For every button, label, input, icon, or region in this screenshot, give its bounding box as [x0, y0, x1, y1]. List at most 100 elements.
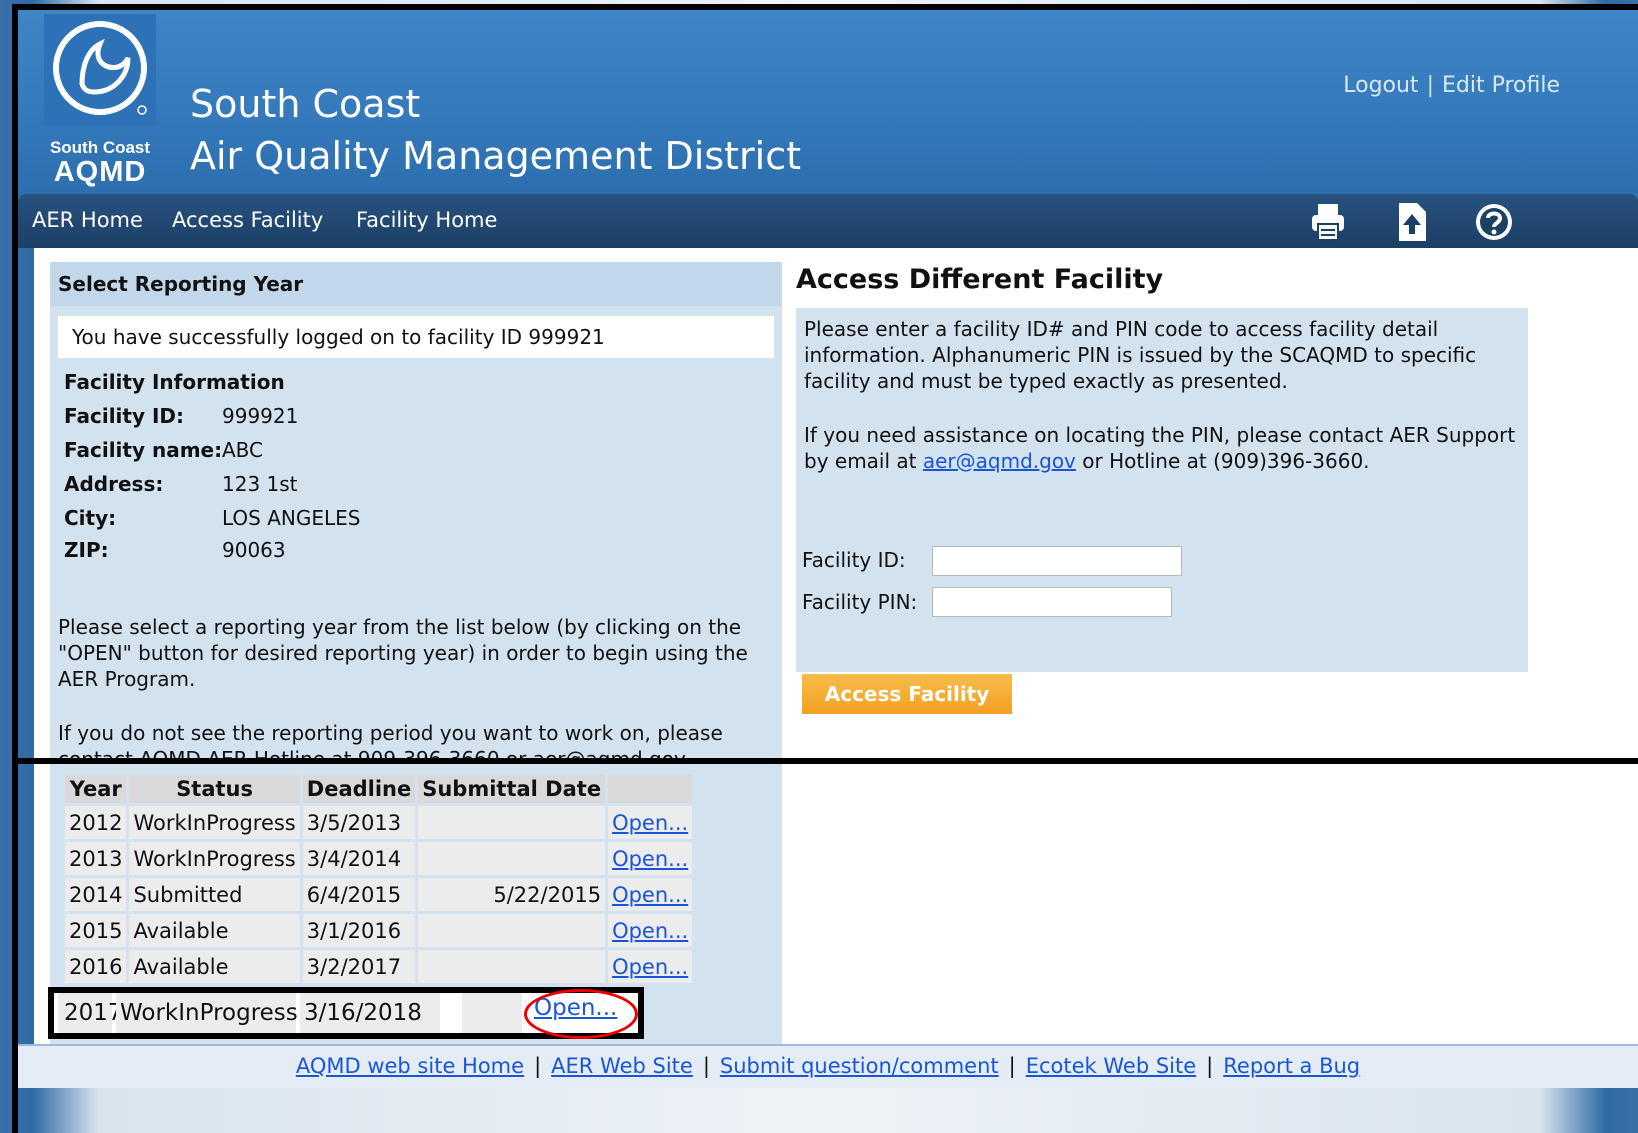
- deadline-cell: 3/16/2018: [300, 993, 440, 1033]
- account-links: Logout | Edit Profile: [1343, 73, 1560, 98]
- access-facility-title: Access Different Facility: [796, 264, 1164, 295]
- submittal-cell: [462, 993, 522, 1033]
- facility-pin-input[interactable]: [932, 587, 1172, 617]
- main-nav: AER Home Access Facility Facility Home: [18, 194, 1638, 248]
- action-cell: Open...: [608, 842, 693, 875]
- info-label: City:: [64, 506, 117, 530]
- col-year: Year: [65, 775, 127, 803]
- footer-link-aqmd-home[interactable]: AQMD web site Home: [296, 1054, 524, 1078]
- submittal-cell: [418, 914, 606, 947]
- open-link[interactable]: Open...: [612, 811, 688, 835]
- annotation-divider-line: [12, 758, 1638, 764]
- access-facility-box: Please enter a facility ID# and PIN code…: [796, 308, 1528, 714]
- action-cell: Open...: [608, 950, 693, 983]
- year-cell: 2012: [65, 806, 127, 839]
- info-label: Address:: [64, 472, 164, 496]
- footer-separator: |: [702, 1054, 710, 1078]
- hotline-note: If you do not see the reporting period y…: [58, 721, 723, 758]
- open-link[interactable]: Open...: [612, 847, 688, 871]
- help-icon[interactable]: [1472, 200, 1516, 244]
- table-header-row: Year Status Deadline Submittal Date: [65, 775, 693, 803]
- support-text-suffix: or Hotline at (909)396-3660.: [1075, 449, 1370, 473]
- facility-id-input[interactable]: [932, 546, 1182, 576]
- highlighted-row-2017: 2017 WorkInProgress 3/16/2018 Open...: [48, 987, 644, 1039]
- table-row: 2014 Submitted 6/4/2015 5/22/2015 Open..…: [65, 878, 693, 911]
- facility-info-title: Facility Information: [64, 370, 285, 394]
- status-cell: Available: [129, 950, 300, 983]
- nav-facility-home[interactable]: Facility Home: [356, 208, 497, 232]
- open-link[interactable]: Open...: [612, 955, 688, 979]
- deadline-cell: 3/5/2013: [302, 806, 416, 839]
- access-facility-button[interactable]: Access Facility: [802, 674, 1012, 714]
- year-cell: 2015: [65, 914, 127, 947]
- site-header: South Coast AQMD South Coast Air Quality…: [18, 10, 1638, 194]
- open-link[interactable]: Open...: [612, 883, 688, 907]
- table-row: 2015 Available 3/1/2016 Open...: [65, 914, 693, 947]
- aqmd-logo[interactable]: South Coast AQMD: [44, 14, 156, 188]
- footer-link-report-bug[interactable]: Report a Bug: [1223, 1054, 1360, 1078]
- col-deadline: Deadline: [302, 775, 416, 803]
- support-text: If you need assistance on locating the P…: [804, 422, 1524, 474]
- action-cell: Open...: [608, 878, 693, 911]
- status-cell: Available: [129, 914, 300, 947]
- logo-text-small: South Coast: [49, 138, 151, 157]
- reporting-years-table: Year Status Deadline Submittal Date 2012…: [62, 772, 695, 986]
- submittal-cell: [418, 950, 606, 983]
- info-value: LOS ANGELES: [222, 506, 361, 530]
- year-cell: 2016: [65, 950, 127, 983]
- footer-separator: |: [1008, 1054, 1016, 1078]
- login-success-message: You have successfully logged on to facil…: [58, 316, 774, 358]
- info-value: 90063: [222, 538, 286, 562]
- table-row: 2016 Available 3/2/2017 Open...: [65, 950, 693, 983]
- bird-emblem-icon: [53, 21, 147, 115]
- logo-emblem: [44, 14, 156, 126]
- footer-separator: |: [534, 1054, 542, 1078]
- year-cell: 2013: [65, 842, 127, 875]
- footer-link-aer-site[interactable]: AER Web Site: [551, 1054, 693, 1078]
- org-name-line1: South Coast: [190, 82, 421, 126]
- submittal-cell: 5/22/2015: [418, 878, 606, 911]
- status-cell: Submitted: [129, 878, 300, 911]
- col-submittal-date: Submittal Date: [418, 775, 606, 803]
- facility-pin-label: Facility PIN:: [802, 590, 918, 614]
- footer-separator: |: [1206, 1054, 1214, 1078]
- logo-text-big: AQMD: [53, 156, 147, 188]
- footer-link-submit-question[interactable]: Submit question/comment: [720, 1054, 999, 1078]
- deadline-cell: 3/1/2016: [302, 914, 416, 947]
- deadline-cell: 6/4/2015: [302, 878, 416, 911]
- deadline-cell: 3/4/2014: [302, 842, 416, 875]
- action-cell: Open...: [608, 806, 693, 839]
- table-row: 2012 WorkInProgress 3/5/2013 Open...: [65, 806, 693, 839]
- submittal-cell: [418, 842, 606, 875]
- instruction-text: Please select a reporting year from the …: [58, 615, 748, 691]
- status-cell: WorkInProgress: [129, 842, 300, 875]
- edit-profile-link[interactable]: Edit Profile: [1442, 73, 1560, 98]
- year-cell: 2017: [58, 993, 123, 1033]
- highlight-circle-annotation: [524, 989, 638, 1039]
- col-action: [608, 775, 693, 803]
- info-value: ABC: [222, 438, 264, 462]
- pin-instructions: Please enter a facility ID# and PIN code…: [804, 317, 1477, 393]
- open-link[interactable]: Open...: [612, 919, 688, 943]
- facility-id-label: Facility ID:: [802, 548, 906, 572]
- org-name-line2: Air Quality Management District: [190, 134, 802, 178]
- info-value: 999921: [222, 404, 299, 428]
- status-cell: WorkInProgress: [129, 806, 300, 839]
- print-icon[interactable]: [1306, 200, 1350, 244]
- site-footer: AQMD web site Home | AER Web Site | Submit q…: [18, 1044, 1638, 1088]
- upload-file-icon[interactable]: [1390, 200, 1434, 244]
- action-cell: Open...: [608, 914, 693, 947]
- logout-link[interactable]: Logout: [1343, 73, 1418, 98]
- panel-heading: Select Reporting Year: [50, 262, 782, 306]
- nav-aer-home[interactable]: AER Home: [32, 208, 143, 232]
- status-cell: WorkInProgress: [116, 993, 298, 1033]
- submittal-cell: [418, 806, 606, 839]
- deadline-cell: 3/2/2017: [302, 950, 416, 983]
- info-label: ZIP:: [64, 538, 109, 562]
- footer-link-ecotek[interactable]: Ecotek Web Site: [1026, 1054, 1196, 1078]
- info-label: Facility name:: [64, 438, 223, 462]
- support-email-link[interactable]: aer@aqmd.gov: [923, 449, 1076, 473]
- col-status: Status: [129, 775, 300, 803]
- nav-access-facility[interactable]: Access Facility: [172, 208, 323, 232]
- link-separator: |: [1426, 73, 1434, 98]
